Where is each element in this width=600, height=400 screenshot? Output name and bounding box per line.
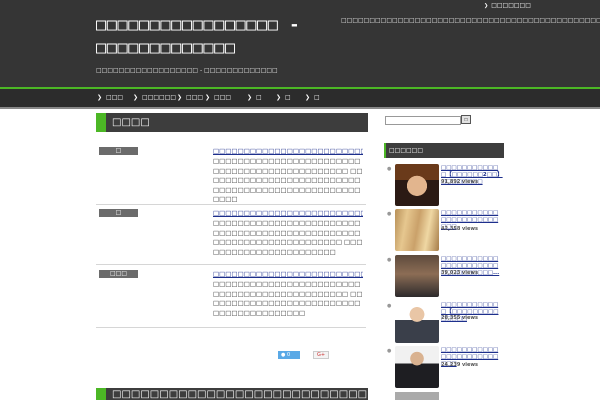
nav-item-6[interactable]: ❯ □	[276, 89, 291, 107]
nav-item-label: □	[314, 94, 320, 101]
nav-item-label: □	[256, 94, 262, 101]
post-title[interactable]: □□□□□□□□□□□□□□□□□□□□□□□□□□□□□□□	[213, 209, 363, 218]
bullet-icon: ●	[387, 348, 392, 354]
top-link[interactable]: ❯ □□□□□□□	[484, 2, 531, 10]
post-divider	[96, 327, 366, 328]
post-item-2: □ □□□□□□□□□□□□□□□□□□□□□□□□ □□□□□□□ □□□□□□…	[96, 204, 368, 264]
post-category-badge[interactable]: □	[99, 147, 138, 155]
bottom-section-title: □□□□□□□□□□□□□□□□□□□□□□□□□□□□□□□□□	[112, 389, 368, 400]
popular-item-views: 28,355 views	[441, 315, 478, 321]
post-excerpt: □□□□□□□□□□□□□□□□□□□□□□□□□□□□□□□□□□□□□□□□…	[213, 280, 363, 317]
site-description: □□□□□□□□□□□□□□□□□□ - □□□□□□□□□□□□□	[96, 67, 278, 74]
popular-item-views: 24,239 views	[441, 362, 478, 368]
widget-accent-bar	[384, 143, 386, 158]
nav-item-label: □	[285, 94, 291, 101]
section-accent-bar	[96, 388, 106, 400]
popular-widget-header: □□□□□□	[384, 143, 504, 158]
post-title[interactable]: □□□□□□□□□□□□□□□□□□□□□□□□□□□□□□□	[213, 270, 363, 279]
popular-item-views: 39,023 views	[441, 270, 478, 276]
main-nav: ❯ □□□ ❯ □□□□□□ ❯ □□□ ❯ □□□ ❯ □ ❯ □ ❯ □	[0, 89, 600, 107]
gplus-share-button[interactable]: G+	[313, 351, 329, 359]
suit-man-icon[interactable]	[395, 346, 439, 388]
chevron-right-icon: ❯	[205, 94, 211, 101]
share-count: 0	[286, 352, 291, 358]
bullet-icon: ●	[387, 303, 392, 309]
top-link-label: □□□□□□□	[491, 2, 531, 9]
chevron-right-icon: ❯	[276, 94, 282, 101]
nav-item-3[interactable]: ❯ □□□	[177, 89, 203, 107]
search-button[interactable]: □	[461, 115, 471, 124]
popular-item-3[interactable]: ● □□□□□□□□□□□□□□□□□□□□□□□□□□□□□□□□... 39…	[384, 255, 504, 299]
portrait-man-icon[interactable]	[395, 164, 439, 206]
nav-item-7[interactable]: ❯ □	[305, 89, 320, 107]
businessman-icon[interactable]	[395, 301, 439, 343]
nav-item-label: □□□	[106, 94, 124, 101]
popular-item-1[interactable]: ● □□□□□□□□□□□□【□□□□□□2□□】□□□□□□□□ 91,892…	[384, 164, 504, 208]
chevron-right-icon: ❯	[484, 3, 489, 9]
post-divider	[96, 264, 366, 265]
nav-item-2[interactable]: ❯ □□□□□□	[133, 89, 176, 107]
popular-item-2[interactable]: ● □□□□□□□□□□□□□□□□□□□□□□□□□ 42,358 views	[384, 209, 504, 253]
partial-thumbnail[interactable]	[395, 392, 439, 400]
chevron-right-icon: ❯	[97, 94, 103, 101]
section-header: □□□□	[96, 113, 368, 132]
nav-bottom-border	[0, 107, 600, 109]
fashion-icon[interactable]	[395, 255, 439, 297]
post-category-badge[interactable]: □	[99, 209, 138, 217]
site-header: □□□□□□□□□□□□□□□□□ - □□□□□□□□□□□□□ □□□□□□…	[0, 0, 600, 87]
site-tagline: □□□□□□□□□□□□□□□□□□□□□□□□□□□□□□□□□□□□□□□□…	[341, 17, 600, 24]
section-accent-bar	[96, 113, 106, 132]
popular-item-views: 42,358 views	[441, 226, 478, 232]
popular-item-5[interactable]: ● □□□□□□□□□□□□□□□□□□□□□□□□□ 24,239 views	[384, 346, 504, 390]
popular-item-views: 91,892 views	[441, 179, 478, 185]
post-excerpt: □□□□□□□□□□□□□□□□□□□□□□□□□□□□□□□□□□□□□□□□…	[213, 219, 363, 256]
chevron-right-icon: ❯	[177, 94, 183, 101]
nav-item-label: □□□	[214, 94, 232, 101]
chevron-right-icon: ❯	[305, 94, 311, 101]
chevron-right-icon: ❯	[247, 94, 253, 101]
post-excerpt: □□□□□□□□□□□□□□□□□□□□□□□□□□□□□□□□□□□□□□□□…	[213, 157, 363, 203]
chevron-right-icon: ❯	[133, 94, 139, 101]
nav-item-label: □□□	[186, 94, 204, 101]
bullet-icon: ●	[387, 211, 392, 217]
bullet-icon: ●	[387, 257, 392, 263]
nav-item-label: □□□□□□	[142, 94, 177, 101]
nav-item-4[interactable]: ❯ □□□	[205, 89, 231, 107]
post-item-1: □ □□□□□□□□□□□□□□□□□□□□□□□□ □□□□□□□□□□□ □□…	[96, 144, 368, 204]
widget-title: □□□□□□	[389, 147, 424, 154]
post-item-3: □□□ □□□□□□□□□□□□□□□□□□□□□□□□ □□□□□□□ □□□□…	[96, 264, 368, 328]
nav-item-5[interactable]: ❯ □	[247, 89, 262, 107]
bullet-icon: ●	[387, 166, 392, 172]
twitter-share-button[interactable]: ● 0	[278, 351, 300, 359]
post-divider	[96, 204, 366, 205]
post-title[interactable]: □□□□□□□□□□□□□□□□□□□□□□□□□□□□□□□□□□□	[213, 147, 363, 156]
site-title[interactable]: □□□□□□□□□□□□□□□□□ - □□□□□□□□□□□□□	[96, 14, 336, 60]
bottom-section-header: □□□□□□□□□□□□□□□□□□□□□□□□□□□□□□□□□	[96, 388, 368, 400]
post-category-badge[interactable]: □□□	[99, 270, 138, 278]
search-input[interactable]	[385, 116, 461, 125]
nav-item-1[interactable]: ❯ □□□	[97, 89, 123, 107]
popular-item-4[interactable]: ● □□□□□□□□□□□□【□□□□□□□□□□□□□□ 28,355 vie…	[384, 301, 504, 345]
hair-icon[interactable]	[395, 209, 439, 251]
section-title: □□□□	[112, 117, 150, 128]
